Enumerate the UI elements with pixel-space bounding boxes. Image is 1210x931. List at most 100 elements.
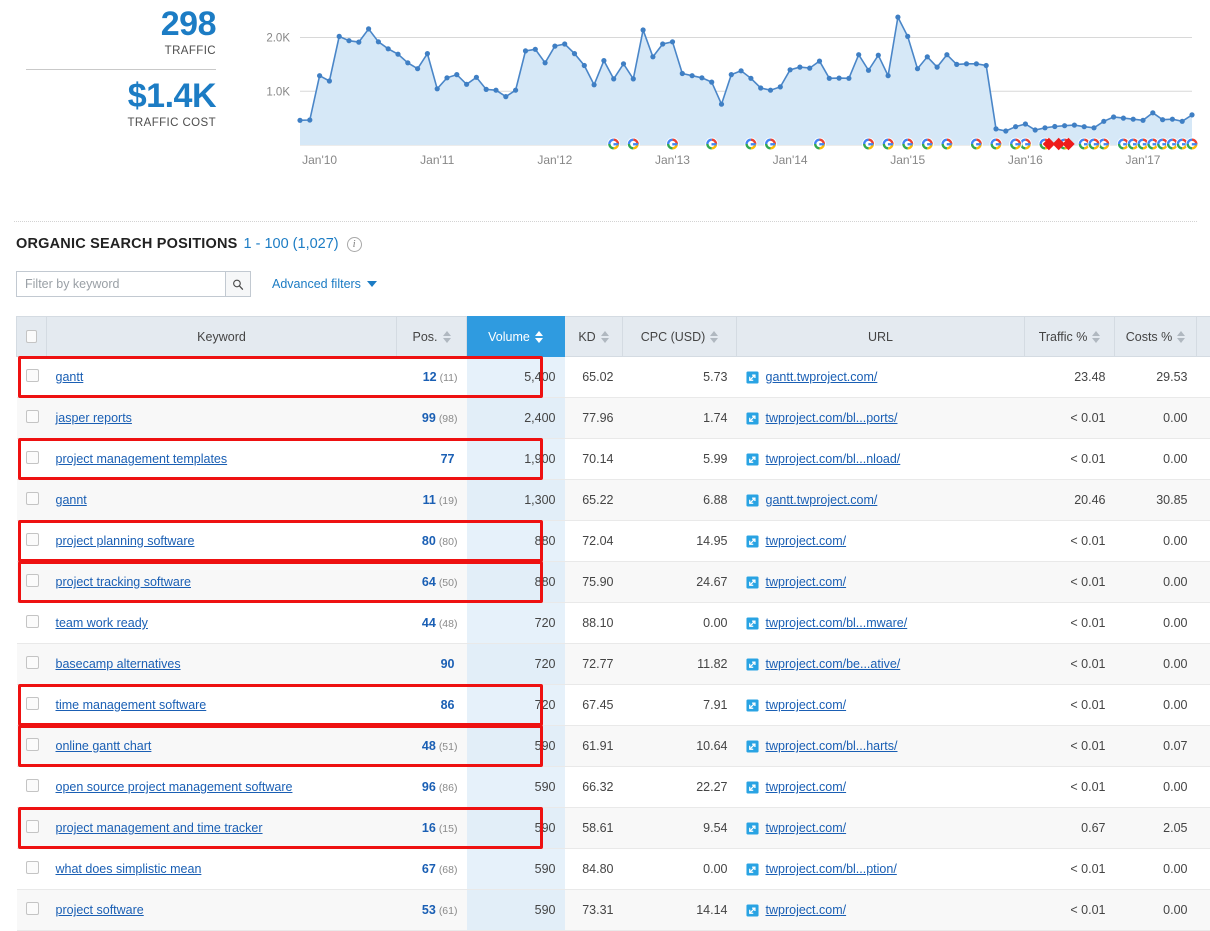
info-icon[interactable]: i	[347, 237, 362, 252]
keyword-link[interactable]: online gantt chart	[56, 739, 152, 753]
table-row[interactable]: project management and time tracker16(15…	[17, 808, 1210, 849]
position-current: 11	[423, 493, 436, 507]
url-link[interactable]: twproject.com/be...ative/	[766, 657, 901, 671]
svg-text:Jan'15: Jan'15	[890, 153, 925, 167]
table-row[interactable]: team work ready44(48)72088.100.00twproje…	[17, 603, 1210, 644]
position-current: 96	[422, 780, 436, 794]
table-row[interactable]: open source project management software 9…	[17, 767, 1210, 808]
table-row[interactable]: gantt12(11)5,40065.025.73gantt.twproject…	[17, 357, 1210, 398]
keyword-link[interactable]: gannt	[56, 493, 87, 507]
position-current: 90	[441, 657, 455, 671]
column-header-volume[interactable]: Volume	[467, 317, 565, 357]
google-update-icon	[1088, 138, 1101, 151]
url-link[interactable]: gantt.twproject.com/	[766, 493, 878, 507]
sort-arrows-icon[interactable]	[601, 331, 609, 343]
column-header-costs[interactable]: Costs %	[1115, 317, 1197, 357]
position-current: 44	[422, 616, 436, 630]
keyword-link[interactable]: project tracking software	[56, 575, 191, 589]
row-checkbox[interactable]	[26, 615, 39, 628]
cell-keyword: project management and time tracker	[47, 808, 397, 849]
row-checkbox[interactable]	[26, 779, 39, 792]
table-row[interactable]: project tracking software64(50)88075.902…	[17, 562, 1210, 603]
cell-cpc: 6.88	[623, 480, 737, 521]
filter-input-group	[16, 271, 251, 297]
url-link[interactable]: twproject.com/bl...nload/	[766, 452, 901, 466]
cell-url: twproject.com/bl...harts/	[737, 726, 1025, 767]
table-row[interactable]: project software53(61)59073.3114.14twpro…	[17, 890, 1210, 931]
cell-cpc: 22.27	[623, 767, 737, 808]
url-link[interactable]: twproject.com/bl...ports/	[766, 411, 898, 425]
url-link[interactable]: twproject.com/	[766, 534, 847, 548]
sort-arrows-icon[interactable]	[710, 331, 718, 343]
url-link[interactable]: twproject.com/bl...ption/	[766, 862, 897, 876]
column-header-kd[interactable]: KD	[565, 317, 623, 357]
table-row[interactable]: time management software8672067.457.91tw…	[17, 685, 1210, 726]
select-all-checkbox[interactable]	[26, 330, 37, 343]
keyword-link[interactable]: gantt	[56, 370, 84, 384]
sort-arrows-icon[interactable]	[535, 331, 543, 343]
keyword-link[interactable]: team work ready	[56, 616, 148, 630]
row-checkbox-cell	[17, 890, 47, 931]
row-checkbox[interactable]	[26, 533, 39, 546]
url-link[interactable]: twproject.com/	[766, 575, 847, 589]
table-row[interactable]: what does simplistic mean67(68)59084.800…	[17, 849, 1210, 890]
column-header-cpc[interactable]: CPC (USD)	[623, 317, 737, 357]
cell-costs-percent: 30.85	[1115, 480, 1197, 521]
table-row[interactable]: project planning software80(80)88072.041…	[17, 521, 1210, 562]
row-checkbox[interactable]	[26, 738, 39, 751]
keyword-link[interactable]: what does simplistic mean	[56, 862, 202, 876]
row-checkbox[interactable]	[26, 574, 39, 587]
row-checkbox[interactable]	[26, 697, 39, 710]
row-checkbox[interactable]	[26, 902, 39, 915]
search-button[interactable]	[225, 272, 250, 296]
cell-volume: 880	[467, 521, 565, 562]
cell-position: 67(68)	[397, 849, 467, 890]
advanced-filters-toggle[interactable]: Advanced filters	[272, 277, 377, 291]
row-checkbox-cell	[17, 808, 47, 849]
search-input[interactable]	[17, 272, 225, 296]
column-header-label: KD	[578, 330, 595, 344]
keyword-link[interactable]: time management software	[56, 698, 207, 712]
keyword-link[interactable]: open source project management software	[56, 780, 293, 794]
url-link[interactable]: twproject.com/	[766, 903, 847, 917]
row-checkbox[interactable]	[26, 820, 39, 833]
row-checkbox[interactable]	[26, 369, 39, 382]
url-link[interactable]: twproject.com/	[766, 780, 847, 794]
keyword-link[interactable]: project management and time tracker	[56, 821, 263, 835]
table-row[interactable]: online gantt chart48(51)59061.9110.64twp…	[17, 726, 1210, 767]
cell-url: twproject.com/	[737, 808, 1025, 849]
url-link[interactable]: twproject.com/	[766, 821, 847, 835]
row-checkbox[interactable]	[26, 451, 39, 464]
keyword-link[interactable]: project software	[56, 903, 144, 917]
url-link[interactable]: gantt.twproject.com/	[766, 370, 878, 384]
keyword-link[interactable]: basecamp alternatives	[56, 657, 181, 671]
column-header-pos[interactable]: Pos.	[397, 317, 467, 357]
position-current: 80	[422, 534, 436, 548]
google-update-icon	[607, 138, 620, 151]
url-link[interactable]: twproject.com/bl...mware/	[766, 616, 908, 630]
row-checkbox-cell	[17, 562, 47, 603]
traffic-label: TRAFFIC	[26, 44, 216, 58]
row-checkbox[interactable]	[26, 861, 39, 874]
column-header-check	[17, 317, 47, 357]
table-row[interactable]: project management templates771,90070.14…	[17, 439, 1210, 480]
google-update-icon	[745, 138, 758, 151]
url-link[interactable]: twproject.com/bl...harts/	[766, 739, 898, 753]
keyword-link[interactable]: jasper reports	[56, 411, 132, 425]
cell-cpc: 9.54	[623, 808, 737, 849]
url-link[interactable]: twproject.com/	[766, 698, 847, 712]
table-row[interactable]: basecamp alternatives9072072.7711.82twpr…	[17, 644, 1210, 685]
sort-arrows-icon[interactable]	[1177, 331, 1185, 343]
table-row[interactable]: gannt11(19)1,30065.226.88gantt.twproject…	[17, 480, 1210, 521]
keyword-link[interactable]: project management templates	[56, 452, 228, 466]
sort-arrows-icon[interactable]	[443, 331, 451, 343]
column-header-traffic[interactable]: Traffic %	[1025, 317, 1115, 357]
row-checkbox[interactable]	[26, 410, 39, 423]
cell-volume: 590	[467, 726, 565, 767]
keyword-link[interactable]: project planning software	[56, 534, 195, 548]
sort-arrows-icon[interactable]	[1092, 331, 1100, 343]
position-current: 53	[422, 903, 436, 917]
table-row[interactable]: jasper reports99(98)2,40077.961.74twproj…	[17, 398, 1210, 439]
row-checkbox[interactable]	[26, 492, 39, 505]
row-checkbox[interactable]	[26, 656, 39, 669]
